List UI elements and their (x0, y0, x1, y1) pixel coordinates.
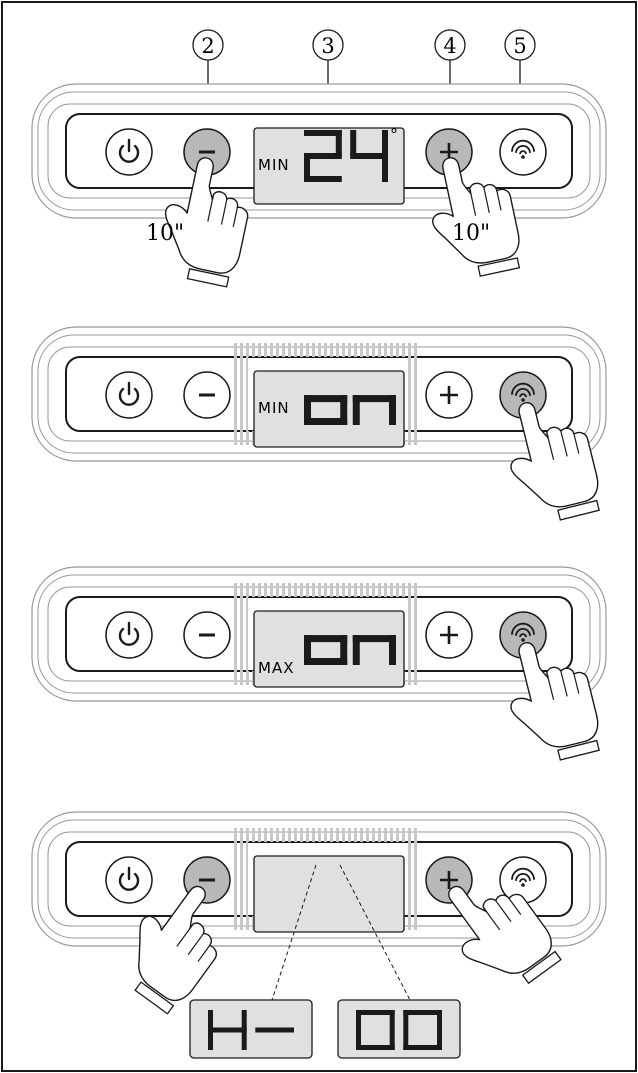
wifi-button[interactable] (499, 128, 547, 176)
press-duration-right: 10" (452, 221, 490, 246)
zoom-display-text: 00 (0, 0, 2, 1)
callout-4-label: 4 (443, 34, 456, 58)
display-value-text: on (0, 0, 2, 1)
degree-symbol: ° (390, 125, 398, 144)
callout-3-label: 3 (321, 34, 334, 58)
power-button[interactable] (105, 856, 153, 904)
instruction-diagram: 2 3 4 5 MIN 24 ° 10" 10" MIN on MAX on H- 00 (0, 0, 638, 1073)
power-button[interactable] (105, 371, 153, 419)
display-value-text: 24 (0, 0, 2, 1)
display-value-text: on (0, 0, 2, 1)
callout-5-label: 5 (513, 34, 526, 58)
minus-button[interactable] (183, 611, 231, 659)
lcd-display (253, 855, 405, 933)
minus-button[interactable] (183, 371, 231, 419)
plus-button[interactable] (425, 371, 473, 419)
mode-label: MIN (258, 399, 290, 417)
mode-label: MIN (258, 156, 290, 174)
zoom-display-text: H- (0, 0, 2, 1)
power-button[interactable] (105, 611, 153, 659)
mode-label: MAX (258, 659, 294, 677)
press-duration-left: 10" (146, 221, 184, 246)
plus-button[interactable] (425, 611, 473, 659)
callout-2-label: 2 (201, 34, 214, 58)
power-button[interactable] (105, 128, 153, 176)
